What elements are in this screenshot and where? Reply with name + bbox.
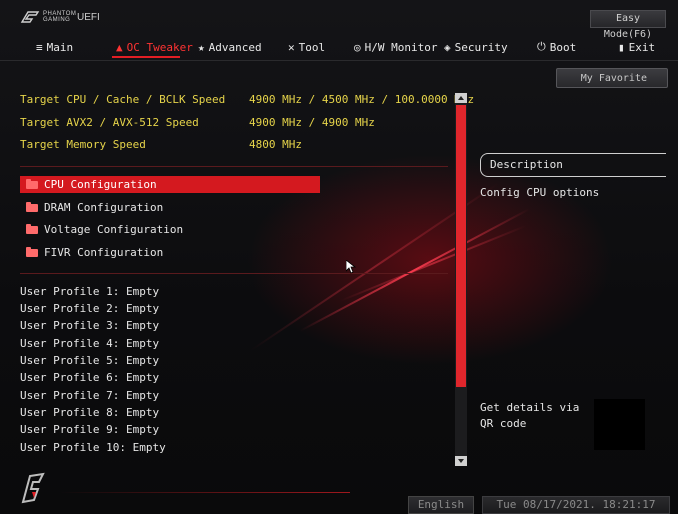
description-title: Description (490, 158, 563, 171)
phantom-gaming-logo: PHANTOM GAMING UEFI (20, 10, 100, 24)
wrench-icon: ✕ (288, 40, 295, 54)
decor-streak (339, 225, 526, 302)
qr-caption: Get details via QR code (480, 401, 580, 430)
folder-icon (26, 246, 38, 257)
menu-cpu-configuration[interactable]: CPU Configuration (20, 176, 320, 193)
language-button[interactable]: English (408, 496, 474, 514)
user-profile-4[interactable]: User Profile 4: Empty (20, 337, 159, 350)
menu-dram-configuration[interactable]: DRAM Configuration (20, 199, 320, 216)
gauge-icon: ◎ (354, 40, 361, 54)
phantom-gaming-icon (20, 11, 40, 23)
top-bar: PHANTOM GAMING UEFI Easy Mode(F6) (0, 0, 678, 40)
tab-tool[interactable]: ✕ Tool (288, 38, 325, 56)
tab-oc-tweaker[interactable]: ▲ OC Tweaker (116, 38, 193, 56)
tab-exit[interactable]: ▮ Exit (618, 38, 655, 56)
section-divider (20, 166, 448, 167)
menu-item-label: FIVR Configuration (44, 246, 164, 259)
menu-item-label: Voltage Configuration (44, 223, 184, 236)
door-icon: ▮ (618, 40, 625, 54)
user-profile-7[interactable]: User Profile 7: Empty (20, 389, 159, 402)
target-memory-value: 4800 MHz (249, 138, 302, 151)
scrollbar[interactable] (455, 93, 467, 466)
scroll-thumb[interactable] (456, 105, 466, 387)
list-icon: ≡ (36, 40, 43, 54)
tab-main[interactable]: ≡ Main (36, 38, 73, 56)
uefi-title: UEFI (77, 11, 100, 23)
main-nav: ≡ Main ▲ OC Tweaker ★ Advanced ✕ Tool ◎ … (0, 36, 678, 58)
tab-boot[interactable]: ⏻ Boot (537, 38, 576, 56)
user-profile-8[interactable]: User Profile 8: Empty (20, 406, 159, 419)
footer-accent-line (60, 492, 350, 493)
scroll-up-button[interactable] (455, 93, 467, 103)
menu-item-label: CPU Configuration (44, 178, 157, 191)
uefi-screen: PHANTOM GAMING UEFI Easy Mode(F6) ≡ Main… (0, 0, 678, 514)
target-avx-label: Target AVX2 / AVX-512 Speed (20, 116, 199, 129)
folder-icon (26, 201, 38, 212)
tab-security-label: Security (454, 40, 508, 54)
tab-boot-label: Boot (549, 40, 577, 54)
user-profile-6[interactable]: User Profile 6: Empty (20, 371, 159, 384)
folder-icon (26, 178, 38, 189)
tab-advanced[interactable]: ★ Advanced (198, 38, 262, 56)
user-profile-1[interactable]: User Profile 1: Empty (20, 285, 159, 298)
target-memory-label: Target Memory Speed (20, 138, 146, 151)
user-profile-5[interactable]: User Profile 5: Empty (20, 354, 159, 367)
datetime-display: Tue 08/17/2021. 18:21:17 (482, 496, 670, 514)
scroll-down-button[interactable] (455, 456, 467, 466)
tab-security[interactable]: ◈ Security (444, 38, 508, 56)
tab-oc-tweaker-label: OC Tweaker (126, 40, 193, 54)
section-divider (20, 273, 448, 274)
flame-icon: ▲ (116, 40, 123, 54)
folder-icon (26, 223, 38, 234)
user-profile-2[interactable]: User Profile 2: Empty (20, 302, 159, 315)
star-icon: ★ (198, 40, 205, 54)
menu-fivr-configuration[interactable]: FIVR Configuration (20, 244, 320, 261)
tab-tool-label: Tool (298, 40, 326, 54)
tab-hw-monitor-label: H/W Monitor (364, 40, 438, 54)
tab-hw-monitor[interactable]: ◎ H/W Monitor (354, 38, 437, 56)
qr-code (594, 399, 645, 450)
shield-icon: ◈ (444, 40, 451, 54)
user-profile-10[interactable]: User Profile 10: Empty (20, 441, 166, 454)
menu-item-label: DRAM Configuration (44, 201, 164, 214)
target-cpu-label: Target CPU / Cache / BCLK Speed (20, 93, 226, 106)
brand-text: PHANTOM GAMING (43, 11, 77, 23)
my-favorite-button[interactable]: My Favorite (556, 68, 668, 88)
description-text: Config CPU options (480, 186, 600, 199)
menu-voltage-configuration[interactable]: Voltage Configuration (20, 221, 320, 238)
user-profile-9[interactable]: User Profile 9: Empty (20, 423, 159, 436)
easy-mode-button[interactable]: Easy Mode(F6) (590, 10, 666, 40)
nav-divider (0, 60, 678, 61)
phantom-gaming-bottom-logo (21, 472, 45, 504)
target-cpu-value: 4900 MHz / 4500 MHz / 100.0000 MHz (249, 93, 475, 106)
active-tab-underline (112, 56, 180, 58)
tab-advanced-label: Advanced (208, 40, 262, 54)
power-icon: ⏻ (537, 40, 546, 53)
tab-exit-label: Exit (628, 40, 656, 54)
target-avx-value: 4900 MHz / 4900 MHz (249, 116, 375, 129)
mouse-cursor-icon (346, 260, 356, 274)
tab-main-label: Main (46, 40, 74, 54)
user-profile-3[interactable]: User Profile 3: Empty (20, 319, 159, 332)
